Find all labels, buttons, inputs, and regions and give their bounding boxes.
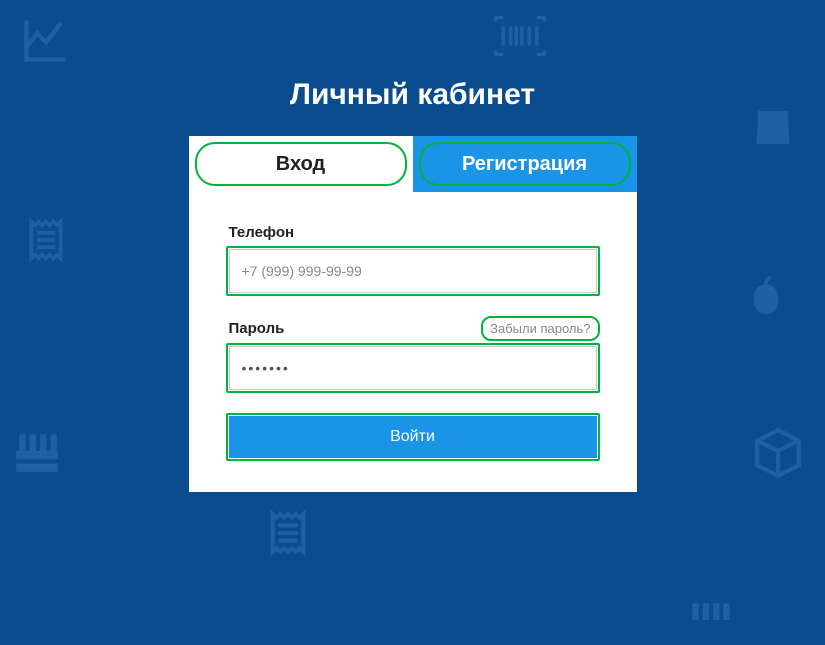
- login-card: Вход Регистрация Телефон Пароль Забыли п…: [189, 136, 637, 492]
- barcode-icon: [492, 16, 548, 56]
- phone-label: Телефон: [229, 224, 597, 241]
- login-button-label: Войти: [390, 428, 435, 445]
- tab-login-label: Вход: [276, 153, 325, 176]
- tab-login[interactable]: Вход: [189, 136, 413, 192]
- tab-register[interactable]: Регистрация: [413, 136, 637, 192]
- phone-input[interactable]: [229, 249, 597, 293]
- crate-icon-2: [685, 595, 735, 645]
- password-label: Пароль: [229, 320, 285, 337]
- chart-icon: [20, 14, 72, 66]
- receipt-icon: [26, 218, 66, 262]
- forgot-password-link[interactable]: Забыли пароль?: [484, 319, 596, 338]
- auth-tabs: Вход Регистрация: [189, 136, 637, 192]
- login-button[interactable]: Войти: [229, 416, 597, 458]
- page-title: Личный кабинет: [0, 0, 825, 136]
- shopping-bag-icon: [751, 96, 795, 148]
- receipt-icon-2: [268, 510, 308, 556]
- crate-icon: [12, 426, 62, 476]
- password-input[interactable]: •••••••: [229, 346, 597, 390]
- login-form: Телефон Пароль Забыли пароль? ••••••• Во…: [189, 192, 637, 492]
- forgot-password-text: Забыли пароль?: [490, 321, 590, 336]
- box-icon: [753, 426, 803, 480]
- apple-icon: [747, 274, 785, 316]
- tab-register-label: Регистрация: [462, 153, 587, 176]
